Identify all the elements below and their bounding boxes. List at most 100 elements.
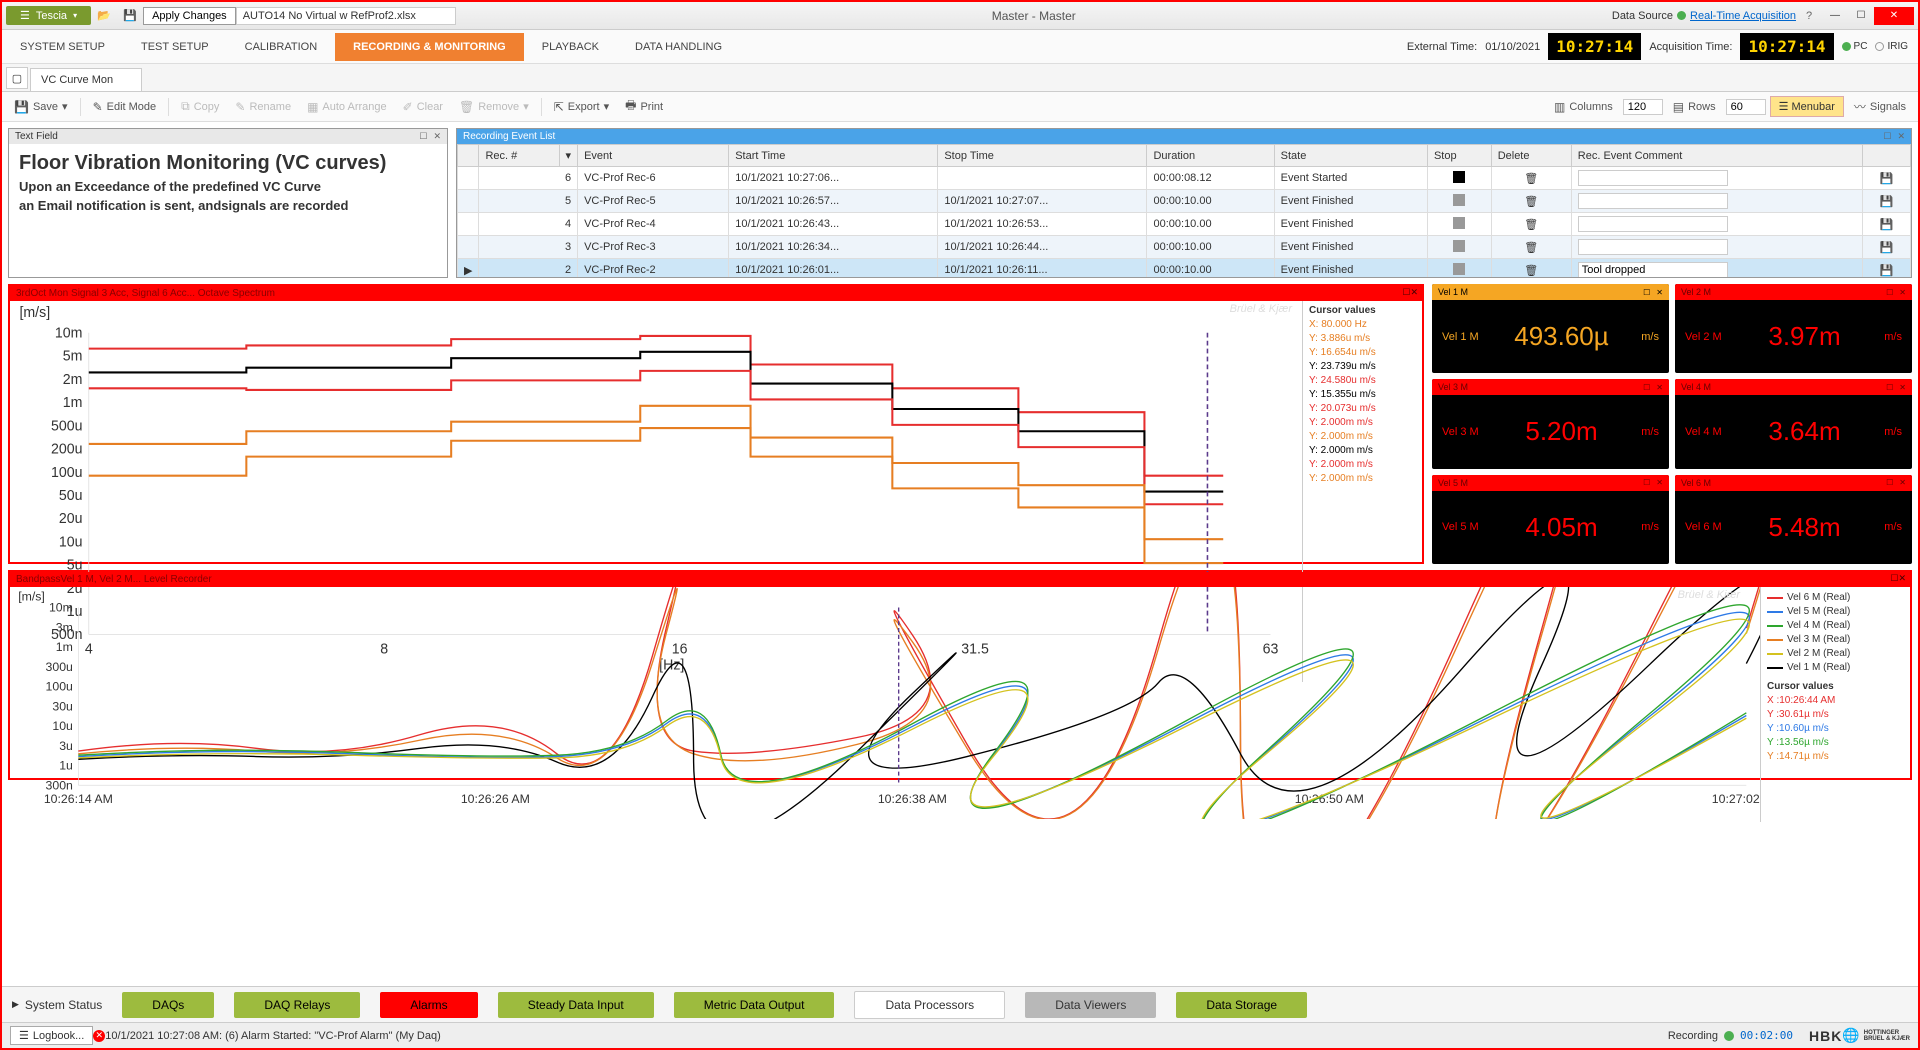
stop-button[interactable] (1453, 217, 1465, 229)
doc-tab-vc-curve[interactable]: VC Curve Mon (30, 68, 142, 91)
edit-mode-button[interactable]: ✎Edit Mode (87, 97, 163, 117)
table-row[interactable]: ▶ 2 VC-Prof Rec-210/1/2021 10:26:01...10… (458, 259, 1911, 278)
table-row[interactable]: 5 VC-Prof Rec-510/1/2021 10:26:57...10/1… (458, 190, 1911, 213)
restore-icon[interactable]: ☐ (1886, 288, 1893, 297)
pill-daqs[interactable]: DAQs (122, 992, 214, 1018)
restore-icon[interactable]: ☐ (1883, 131, 1891, 142)
save-button[interactable]: 💾Save ▾ (8, 97, 74, 117)
delete-button[interactable]: 🗑 (1524, 265, 1538, 277)
tab-calibration[interactable]: CALIBRATION (227, 33, 336, 61)
save-row-button[interactable]: 💾 (1880, 173, 1894, 185)
restore-icon[interactable]: ☐ (1886, 383, 1893, 392)
save-row-button[interactable]: 💾 (1880, 242, 1894, 254)
svg-text:1m: 1m (56, 640, 73, 654)
pill-daq-relays[interactable]: DAQ Relays (234, 992, 360, 1018)
clear-button[interactable]: ✐Clear (397, 97, 449, 117)
apply-changes-button[interactable]: Apply Changes (143, 7, 236, 25)
save-icon[interactable]: 💾 (120, 6, 140, 26)
copy-button[interactable]: ⧉Copy (175, 96, 225, 117)
close-icon[interactable]: ✕ (1656, 478, 1663, 487)
comment-input[interactable] (1578, 170, 1728, 186)
svg-text:10:26:38 AM: 10:26:38 AM (878, 792, 947, 806)
table-row[interactable]: 6 VC-Prof Rec-610/1/2021 10:27:06...00:0… (458, 167, 1911, 190)
pill-data-storage[interactable]: Data Storage (1176, 992, 1307, 1018)
columns-input[interactable] (1623, 99, 1663, 115)
pill-metric-output[interactable]: Metric Data Output (674, 992, 835, 1018)
save-row-button[interactable]: 💾 (1880, 196, 1894, 208)
close-icon[interactable]: ✕ (1899, 288, 1906, 297)
svg-text:300n: 300n (46, 778, 74, 792)
comment-input[interactable] (1578, 239, 1728, 255)
tab-recording-monitoring[interactable]: RECORDING & MONITORING (335, 33, 524, 61)
stop-button[interactable] (1453, 263, 1465, 275)
level-chart[interactable]: Brüel & Kjær [m/s] 300n1u3u10u30u100u300… (10, 587, 1760, 822)
menubar-button[interactable]: ☰Menubar (1770, 96, 1844, 117)
restore-icon[interactable]: ☐ (419, 131, 427, 142)
table-row[interactable]: 3 VC-Prof Rec-310/1/2021 10:26:34...10/1… (458, 236, 1911, 259)
auto-arrange-button[interactable]: ▦Auto Arrange (301, 97, 393, 117)
delete-button[interactable]: 🗑 (1524, 242, 1538, 254)
delete-button[interactable]: 🗑 (1524, 173, 1538, 185)
comment-input[interactable] (1578, 262, 1728, 277)
pill-data-viewers[interactable]: Data Viewers (1025, 992, 1156, 1018)
legend-item[interactable]: Vel 4 M (Real) (1767, 619, 1904, 633)
new-doc-button[interactable]: ▢ (6, 67, 28, 89)
rows-input[interactable] (1726, 99, 1766, 115)
comment-input[interactable] (1578, 193, 1728, 209)
system-status-toggle[interactable]: System Status (12, 998, 102, 1012)
save-row-button[interactable]: 💾 (1880, 265, 1894, 277)
restore-icon[interactable]: ☐ (1643, 478, 1650, 487)
close-icon[interactable]: ✕ (433, 131, 441, 142)
tab-playback[interactable]: PLAYBACK (524, 33, 617, 61)
minimize-button[interactable]: — (1822, 7, 1848, 25)
close-icon[interactable]: ✕ (1410, 287, 1418, 297)
rename-button[interactable]: ✎Rename (229, 97, 297, 117)
legend-item[interactable]: Vel 6 M (Real) (1767, 591, 1904, 605)
delete-button[interactable]: 🗑 (1524, 196, 1538, 208)
close-icon[interactable]: ✕ (1897, 131, 1905, 142)
close-icon[interactable]: ✕ (1898, 573, 1906, 583)
delete-button[interactable]: 🗑 (1524, 219, 1538, 231)
close-button[interactable]: ✕ (1874, 7, 1914, 25)
close-icon[interactable]: ✕ (1656, 288, 1663, 297)
event-table[interactable]: Rec. #▾ Event Start Time Stop Time Durat… (457, 144, 1911, 277)
restore-icon[interactable]: ☐ (1886, 478, 1893, 487)
pill-steady-input[interactable]: Steady Data Input (498, 992, 654, 1018)
close-icon[interactable]: ✕ (1899, 478, 1906, 487)
restore-icon[interactable]: ☐ (1643, 288, 1650, 297)
save-row-button[interactable]: 💾 (1880, 219, 1894, 231)
ribbon: SYSTEM SETUP TEST SETUP CALIBRATION RECO… (2, 30, 1918, 64)
close-icon[interactable]: ✕ (1656, 383, 1663, 392)
stop-button[interactable] (1453, 171, 1465, 183)
signals-button[interactable]: 〰Signals (1848, 95, 1912, 118)
pill-data-processors[interactable]: Data Processors (854, 991, 1005, 1019)
app-menu-button[interactable]: Tescia (6, 6, 91, 25)
legend-item[interactable]: Vel 2 M (Real) (1767, 647, 1904, 661)
meter-vel 6 m: Vel 6 M☐✕ Vel 6 M 5.48m m/s (1675, 475, 1912, 564)
tab-system-setup[interactable]: SYSTEM SETUP (2, 33, 123, 61)
logbook-button[interactable]: ☰Logbook... (10, 1026, 93, 1045)
stop-button[interactable] (1453, 194, 1465, 206)
remove-button[interactable]: 🗑Remove ▾ (453, 97, 535, 117)
comment-input[interactable] (1578, 216, 1728, 232)
legend-item[interactable]: Vel 5 M (Real) (1767, 605, 1904, 619)
irig-radio[interactable]: IRIG (1875, 41, 1908, 52)
print-button[interactable]: 🖶Print (619, 93, 669, 120)
table-row[interactable]: 4 VC-Prof Rec-410/1/2021 10:26:43...10/1… (458, 213, 1911, 236)
svg-text:1u: 1u (59, 759, 73, 773)
tab-data-handling[interactable]: DATA HANDLING (617, 33, 740, 61)
legend-item[interactable]: Vel 1 M (Real) (1767, 661, 1904, 675)
maximize-button[interactable]: ☐ (1848, 7, 1874, 25)
help-button[interactable]: ? (1799, 6, 1819, 26)
data-source-link[interactable]: Real-Time Acquisition (1690, 10, 1796, 22)
open-icon[interactable]: 📂 (94, 6, 114, 26)
legend-item[interactable]: Vel 3 M (Real) (1767, 633, 1904, 647)
watermark: Brüel & Kjær (1230, 303, 1292, 315)
tab-test-setup[interactable]: TEST SETUP (123, 33, 227, 61)
close-icon[interactable]: ✕ (1899, 383, 1906, 392)
stop-button[interactable] (1453, 240, 1465, 252)
pc-radio[interactable]: PC (1842, 41, 1868, 52)
restore-icon[interactable]: ☐ (1643, 383, 1650, 392)
export-button[interactable]: ⇱Export ▾ (548, 97, 615, 117)
pill-alarms[interactable]: Alarms (380, 992, 477, 1018)
